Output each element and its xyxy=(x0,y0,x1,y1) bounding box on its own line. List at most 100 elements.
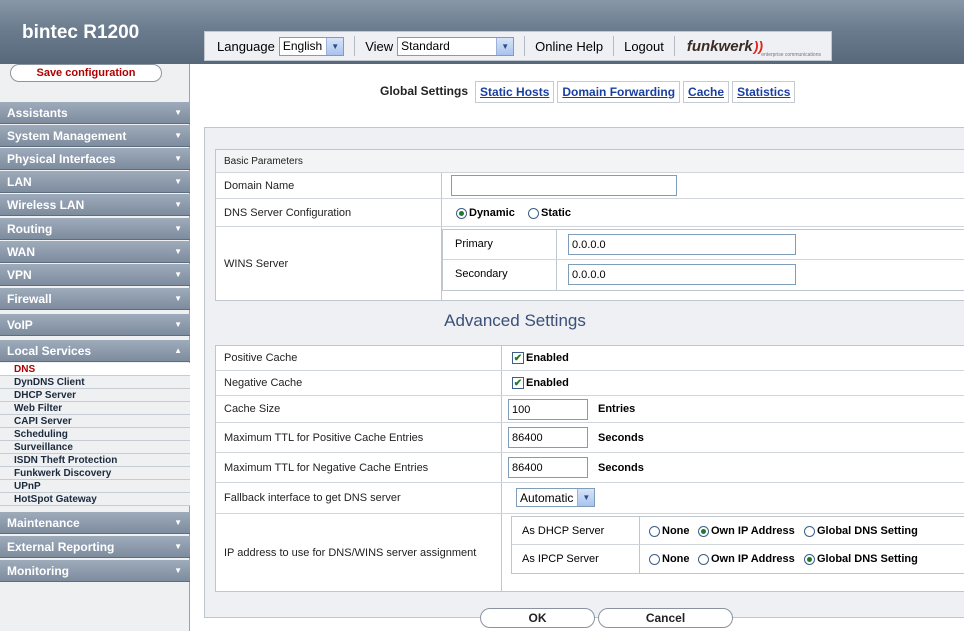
advanced-settings-title: Advanced Settings xyxy=(444,311,586,330)
cancel-button[interactable]: Cancel xyxy=(598,608,733,628)
sidebar-subitem-dhcp-server[interactable]: DHCP Server xyxy=(0,389,190,402)
secondary-wins-input[interactable] xyxy=(568,264,796,285)
tab-global-settings[interactable]: Global Settings xyxy=(376,81,472,103)
sidebar-item-wireless-lan[interactable]: Wireless LAN ▼ xyxy=(0,194,190,216)
as-dhcp-label: As DHCP Server xyxy=(522,525,605,537)
max-ttl-positive-input[interactable] xyxy=(508,427,588,448)
ipcp-none-radio[interactable]: None xyxy=(649,553,690,565)
tab-cache[interactable]: Cache xyxy=(683,81,730,103)
chevron-up-icon: ▲ xyxy=(174,346,182,355)
view-select[interactable]: Standard ▼ xyxy=(397,36,515,56)
column-divider xyxy=(501,423,502,452)
sidebar-subitem-capi-server[interactable]: CAPI Server xyxy=(0,415,190,428)
sidebar-item-lan[interactable]: LAN ▼ xyxy=(0,171,190,193)
language-select[interactable]: English ▼ xyxy=(278,36,345,56)
sidebar-item-voip[interactable]: VoIP ▼ xyxy=(0,314,190,336)
sidebar-subitem-isdn-theft-protection[interactable]: ISDN Theft Protection xyxy=(0,454,190,467)
radio-label: Dynamic xyxy=(469,207,515,219)
sidebar-subitem-hotspot-gateway[interactable]: HotSpot Gateway xyxy=(0,493,190,506)
chevron-down-icon: ▼ xyxy=(174,131,182,140)
domain-name-input[interactable] xyxy=(451,175,677,196)
chevron-down-icon: ▼ xyxy=(174,224,182,233)
sidebar-item-wan[interactable]: WAN ▼ xyxy=(0,241,190,263)
menu-label: External Reporting xyxy=(7,540,115,554)
radio-label: None xyxy=(662,553,690,565)
chevron-down-icon: ▼ xyxy=(174,177,182,186)
primary-wins-input[interactable] xyxy=(568,234,796,255)
dhcp-global-dns-radio[interactable]: Global DNS Setting xyxy=(804,525,918,537)
dhcp-none-radio[interactable]: None xyxy=(649,525,690,537)
toolbar-divider xyxy=(673,36,675,56)
sidebar-subitem-scheduling[interactable]: Scheduling xyxy=(0,428,190,441)
logo-text: funkwerk xyxy=(686,37,753,55)
tab-domain-forwarding[interactable]: Domain Forwarding xyxy=(557,81,681,103)
ipcp-global-dns-radio[interactable]: Global DNS Setting xyxy=(804,553,918,565)
dhcp-server-row: As DHCP Server None Own IP Address Globa… xyxy=(512,517,964,545)
max-ttl-negative-input[interactable] xyxy=(508,457,588,478)
brand-title: bintec R1200 xyxy=(22,22,140,43)
sidebar-subitem-funkwerk-discovery[interactable]: Funkwerk Discovery xyxy=(0,467,190,480)
chevron-down-icon: ▼ xyxy=(174,247,182,256)
ip-assignment-label: IP address to use for DNS/WINS server as… xyxy=(224,547,477,559)
sidebar-item-vpn[interactable]: VPN ▼ xyxy=(0,264,190,286)
sidebar-item-physical-interfaces[interactable]: Physical Interfaces ▼ xyxy=(0,148,190,170)
dns-dynamic-radio[interactable]: Dynamic xyxy=(456,207,515,219)
menu-label: System Management xyxy=(7,129,127,143)
column-divider xyxy=(501,371,502,395)
fallback-interface-label: Fallback interface to get DNS server xyxy=(224,492,401,504)
menu-label: Monitoring xyxy=(7,564,69,578)
sidebar-item-maintenance[interactable]: Maintenance ▼ xyxy=(0,512,190,534)
chevron-down-icon: ▼ xyxy=(174,542,182,551)
chevron-down-icon: ▼ xyxy=(174,320,182,329)
ok-button[interactable]: OK xyxy=(480,608,595,628)
sidebar-item-external-reporting[interactable]: External Reporting ▼ xyxy=(0,536,190,558)
radio-label: Static xyxy=(541,207,571,219)
radio-selected-icon xyxy=(698,525,709,537)
fallback-interface-row: Fallback interface to get DNS server Aut… xyxy=(216,483,964,514)
cache-size-input[interactable] xyxy=(508,399,588,420)
radio-label: Own IP Address xyxy=(711,553,795,565)
positive-cache-checkbox[interactable]: ✔ Enabled xyxy=(512,352,569,364)
sidebar-item-assistants[interactable]: Assistants ▼ xyxy=(0,102,190,124)
wins-server-label: WINS Server xyxy=(224,258,289,270)
cache-size-label: Cache Size xyxy=(224,403,281,415)
sidebar-subitem-dyndns-client[interactable]: DynDNS Client xyxy=(0,376,190,389)
sidebar-item-monitoring[interactable]: Monitoring ▼ xyxy=(0,560,190,582)
radio-empty-icon xyxy=(528,207,539,219)
radio-empty-icon xyxy=(804,525,815,537)
checkmark-icon: ✔ xyxy=(512,377,524,389)
sidebar-item-system-management[interactable]: System Management ▼ xyxy=(0,125,190,147)
tab-bar: Global Settings Static Hosts Domain Forw… xyxy=(376,81,798,103)
online-help-link[interactable]: Online Help xyxy=(535,39,603,54)
sidebar-subitem-web-filter[interactable]: Web Filter xyxy=(0,402,190,415)
sidebar-subitem-upnp[interactable]: UPnP xyxy=(0,480,190,493)
view-select-value: Standard xyxy=(401,39,450,53)
sidebar-item-local-services[interactable]: Local Services ▲ xyxy=(0,340,190,362)
ipcp-own-ip-radio[interactable]: Own IP Address xyxy=(698,553,795,565)
radio-empty-icon xyxy=(698,553,709,565)
radio-selected-icon xyxy=(804,553,815,565)
sidebar-item-firewall[interactable]: Firewall ▼ xyxy=(0,288,190,310)
logout-link[interactable]: Logout xyxy=(624,39,664,54)
save-configuration-button[interactable]: Save configuration xyxy=(10,64,162,82)
fallback-interface-select[interactable]: Automatic ▼ xyxy=(516,488,596,507)
tab-statistics[interactable]: Statistics xyxy=(732,81,796,103)
positive-cache-label: Positive Cache xyxy=(224,352,298,364)
tab-static-hosts[interactable]: Static Hosts xyxy=(475,81,555,103)
dns-config-row: DNS Server Configuration Dynamic Static xyxy=(216,199,964,227)
view-label: View xyxy=(365,38,394,54)
chevron-down-icon: ▼ xyxy=(174,566,182,575)
sidebar-subitem-surveillance[interactable]: Surveillance xyxy=(0,441,190,454)
cache-size-row: Cache Size Entries xyxy=(216,396,964,423)
secondary-row: Secondary xyxy=(443,260,964,290)
basic-parameters-box: Basic Parameters Domain Name DNS Server … xyxy=(215,149,964,301)
advanced-settings-box: Positive Cache ✔ Enabled Negative Cache ✔… xyxy=(215,345,964,592)
column-divider xyxy=(639,517,640,544)
dhcp-own-ip-radio[interactable]: Own IP Address xyxy=(698,525,795,537)
negative-cache-checkbox[interactable]: ✔ Enabled xyxy=(512,377,569,389)
sidebar-item-routing[interactable]: Routing ▼ xyxy=(0,218,190,240)
column-divider xyxy=(501,483,502,513)
dns-static-radio[interactable]: Static xyxy=(528,207,571,219)
menu-label: VPN xyxy=(7,268,32,282)
sidebar-subitem-dns[interactable]: DNS xyxy=(0,363,190,376)
